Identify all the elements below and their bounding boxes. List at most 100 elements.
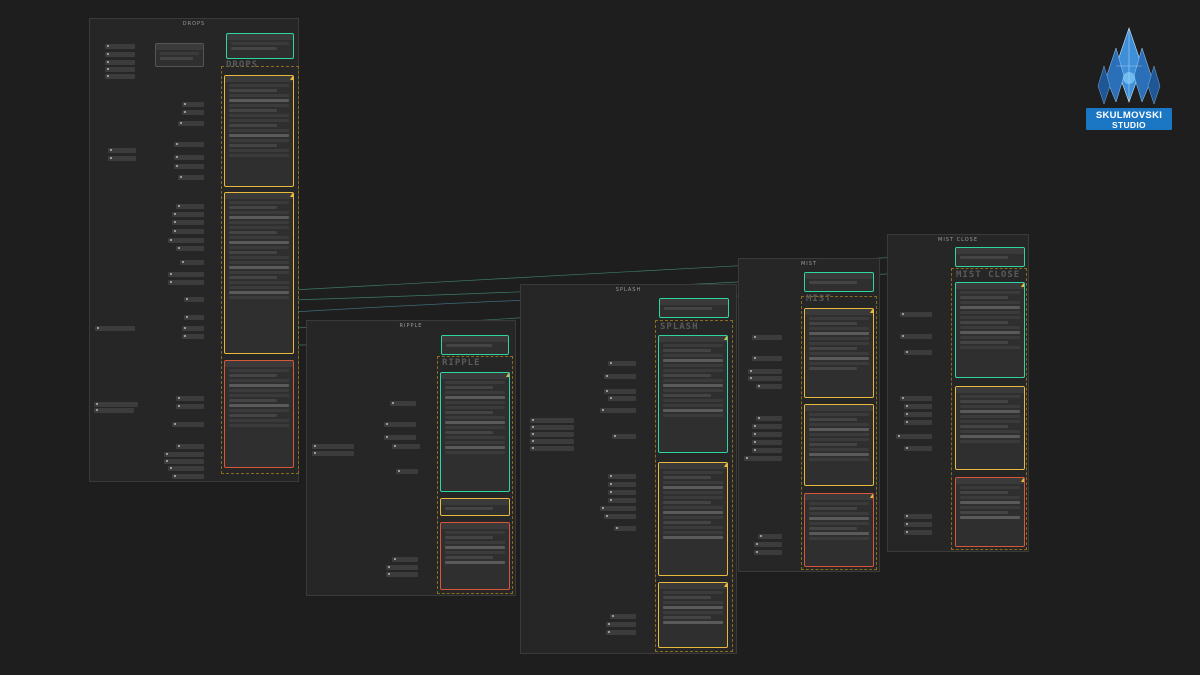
input-pill[interactable] [744,456,782,461]
input-pill[interactable] [390,401,416,406]
node-sampler[interactable] [224,75,294,187]
input-pill[interactable] [752,440,782,445]
input-pill[interactable] [105,60,135,65]
node-sampler[interactable] [955,282,1025,378]
node-output[interactable] [804,493,874,567]
input-pill[interactable] [904,514,932,519]
input-pill[interactable] [752,448,782,453]
input-pill[interactable] [174,142,204,147]
input-pill[interactable] [612,434,636,439]
node-sampler[interactable] [440,372,510,492]
input-pill[interactable] [182,110,204,115]
input-pill[interactable] [608,482,636,487]
input-pill[interactable] [606,622,636,627]
input-pill[interactable] [164,452,204,457]
input-pill[interactable] [172,422,204,427]
input-pill[interactable] [384,435,416,440]
input-pill[interactable] [606,630,636,635]
input-pill[interactable] [94,408,134,413]
input-pill[interactable] [608,498,636,503]
node-output[interactable] [224,360,294,468]
input-pill[interactable] [105,44,135,49]
input-pill[interactable] [614,526,636,531]
input-pill[interactable] [178,175,204,180]
node-sampler[interactable] [224,192,294,354]
node-sampler[interactable] [955,386,1025,470]
node-save[interactable] [226,33,294,59]
input-pill[interactable] [174,155,204,160]
input-pill[interactable] [754,550,782,555]
input-pill[interactable] [392,444,420,449]
node-output[interactable] [955,477,1025,547]
input-pill[interactable] [608,361,636,366]
input-pill[interactable] [904,522,932,527]
input-pill[interactable] [600,408,636,413]
input-pill[interactable] [608,474,636,479]
input-pill[interactable] [752,424,782,429]
input-pill[interactable] [748,369,782,374]
input-pill[interactable] [164,459,204,464]
input-pill[interactable] [604,389,636,394]
input-pill[interactable] [752,335,782,340]
input-pill[interactable] [604,374,636,379]
input-pill[interactable] [758,534,782,539]
input-pill[interactable] [530,418,574,423]
node-sampler[interactable] [804,404,874,486]
input-pill[interactable] [756,384,782,389]
node-output[interactable] [440,522,510,590]
node-output[interactable] [658,582,728,648]
input-pill[interactable] [172,220,204,225]
input-pill[interactable] [178,121,204,126]
input-pill[interactable] [108,156,136,161]
node-save[interactable] [441,335,509,355]
input-pill[interactable] [530,446,574,451]
input-pill[interactable] [182,334,204,339]
input-pill[interactable] [94,402,138,407]
input-pill[interactable] [95,326,135,331]
input-pill[interactable] [600,506,636,511]
input-pill[interactable] [172,474,204,479]
input-pill[interactable] [176,204,204,209]
input-pill[interactable] [530,425,574,430]
input-pill[interactable] [386,572,418,577]
input-pill[interactable] [168,238,204,243]
input-pill[interactable] [756,416,782,421]
input-pill[interactable] [904,404,932,409]
input-pill[interactable] [108,148,136,153]
input-pill[interactable] [904,530,932,535]
input-pill[interactable] [384,422,416,427]
input-pill[interactable] [176,246,204,251]
input-pill[interactable] [900,334,932,339]
input-pill[interactable] [608,396,636,401]
input-pill[interactable] [182,102,204,107]
input-pill[interactable] [752,356,782,361]
input-pill[interactable] [312,451,354,456]
input-pill[interactable] [610,614,636,619]
input-pill[interactable] [184,315,204,320]
input-pill[interactable] [748,376,782,381]
input-pill[interactable] [172,212,204,217]
node-model-loader[interactable] [440,498,510,516]
node-sampler[interactable] [658,462,728,576]
input-pill[interactable] [168,466,204,471]
input-pill[interactable] [754,542,782,547]
node-sampler[interactable] [658,335,728,453]
input-pill[interactable] [896,434,932,439]
input-pill[interactable] [172,229,204,234]
input-pill[interactable] [386,565,418,570]
input-pill[interactable] [184,297,204,302]
input-pill[interactable] [105,67,135,72]
input-pill[interactable] [176,396,204,401]
input-pill[interactable] [604,514,636,519]
input-pill[interactable] [168,272,204,277]
input-pill[interactable] [396,469,418,474]
input-pill[interactable] [752,432,782,437]
input-pill[interactable] [312,444,354,449]
input-pill[interactable] [900,396,932,401]
input-pill[interactable] [105,52,135,57]
input-pill[interactable] [904,350,932,355]
input-pill[interactable] [530,439,574,444]
input-pill[interactable] [530,432,574,437]
node-save[interactable] [955,247,1025,267]
input-pill[interactable] [900,312,932,317]
